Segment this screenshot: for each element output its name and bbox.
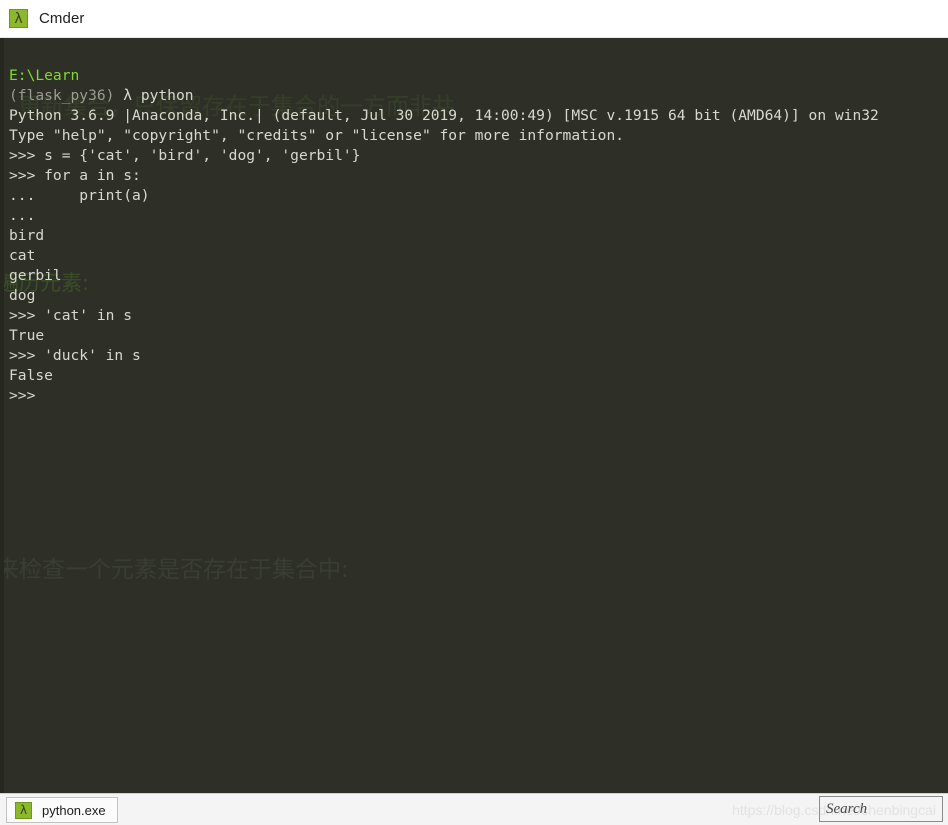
terminal-output: E:\Learn (flask_py36) λ python Python 3.… bbox=[4, 38, 948, 793]
statusbar: λ python.exe https://blog.csdn.net/chenb… bbox=[0, 793, 948, 825]
search-input[interactable]: Search bbox=[819, 796, 943, 822]
terminal-line-help: Type "help", "copyright", "credits" or "… bbox=[9, 127, 625, 144]
terminal-line-result-false: False bbox=[9, 367, 53, 384]
terminal-line-output-gerbil: gerbil bbox=[9, 267, 62, 284]
terminal-line-in-duck: >>> 'duck' in s bbox=[9, 347, 141, 364]
terminal-line-version: Python 3.6.9 |Anaconda, Inc.| (default, … bbox=[9, 107, 879, 124]
prompt-lambda bbox=[114, 87, 123, 104]
terminal-panel[interactable]: 更新集合，只保留存在于集合的一方而非共 遍历元素: 来检查一个元素是否存在于集合… bbox=[0, 38, 948, 793]
terminal-line-cursor-prompt: >>> bbox=[9, 387, 36, 404]
prompt-command: python bbox=[140, 87, 194, 104]
terminal-line-path: E:\Learn bbox=[9, 67, 80, 84]
terminal-line-in-cat: >>> 'cat' in s bbox=[9, 307, 133, 324]
tab-label: python.exe bbox=[42, 802, 106, 818]
lambda-icon: λ bbox=[15, 801, 32, 819]
terminal-line-output-cat: cat bbox=[9, 247, 36, 264]
terminal-line-continuation: ... bbox=[9, 207, 36, 224]
window-title: Cmder bbox=[39, 10, 85, 27]
terminal-line-output-bird: bird bbox=[9, 227, 45, 244]
tab-python-exe[interactable]: λ python.exe bbox=[6, 797, 118, 823]
window-titlebar: λ Cmder bbox=[0, 0, 948, 38]
prompt-env: (flask_py36) bbox=[9, 87, 115, 104]
terminal-line-set-assign: >>> s = {'cat', 'bird', 'dog', 'gerbil'} bbox=[9, 147, 361, 164]
lambda-icon: λ bbox=[9, 9, 28, 28]
terminal-line-result-true: True bbox=[9, 327, 45, 344]
terminal-line-print: ... print(a) bbox=[9, 187, 150, 204]
terminal-line-for-loop: >>> for a in s: bbox=[9, 167, 141, 184]
terminal-line-output-dog: dog bbox=[9, 287, 36, 304]
terminal-line-prompt: (flask_py36) λ python bbox=[9, 86, 948, 106]
prompt-lambda-glyph: λ bbox=[123, 87, 133, 104]
search-placeholder: Search bbox=[826, 800, 868, 817]
